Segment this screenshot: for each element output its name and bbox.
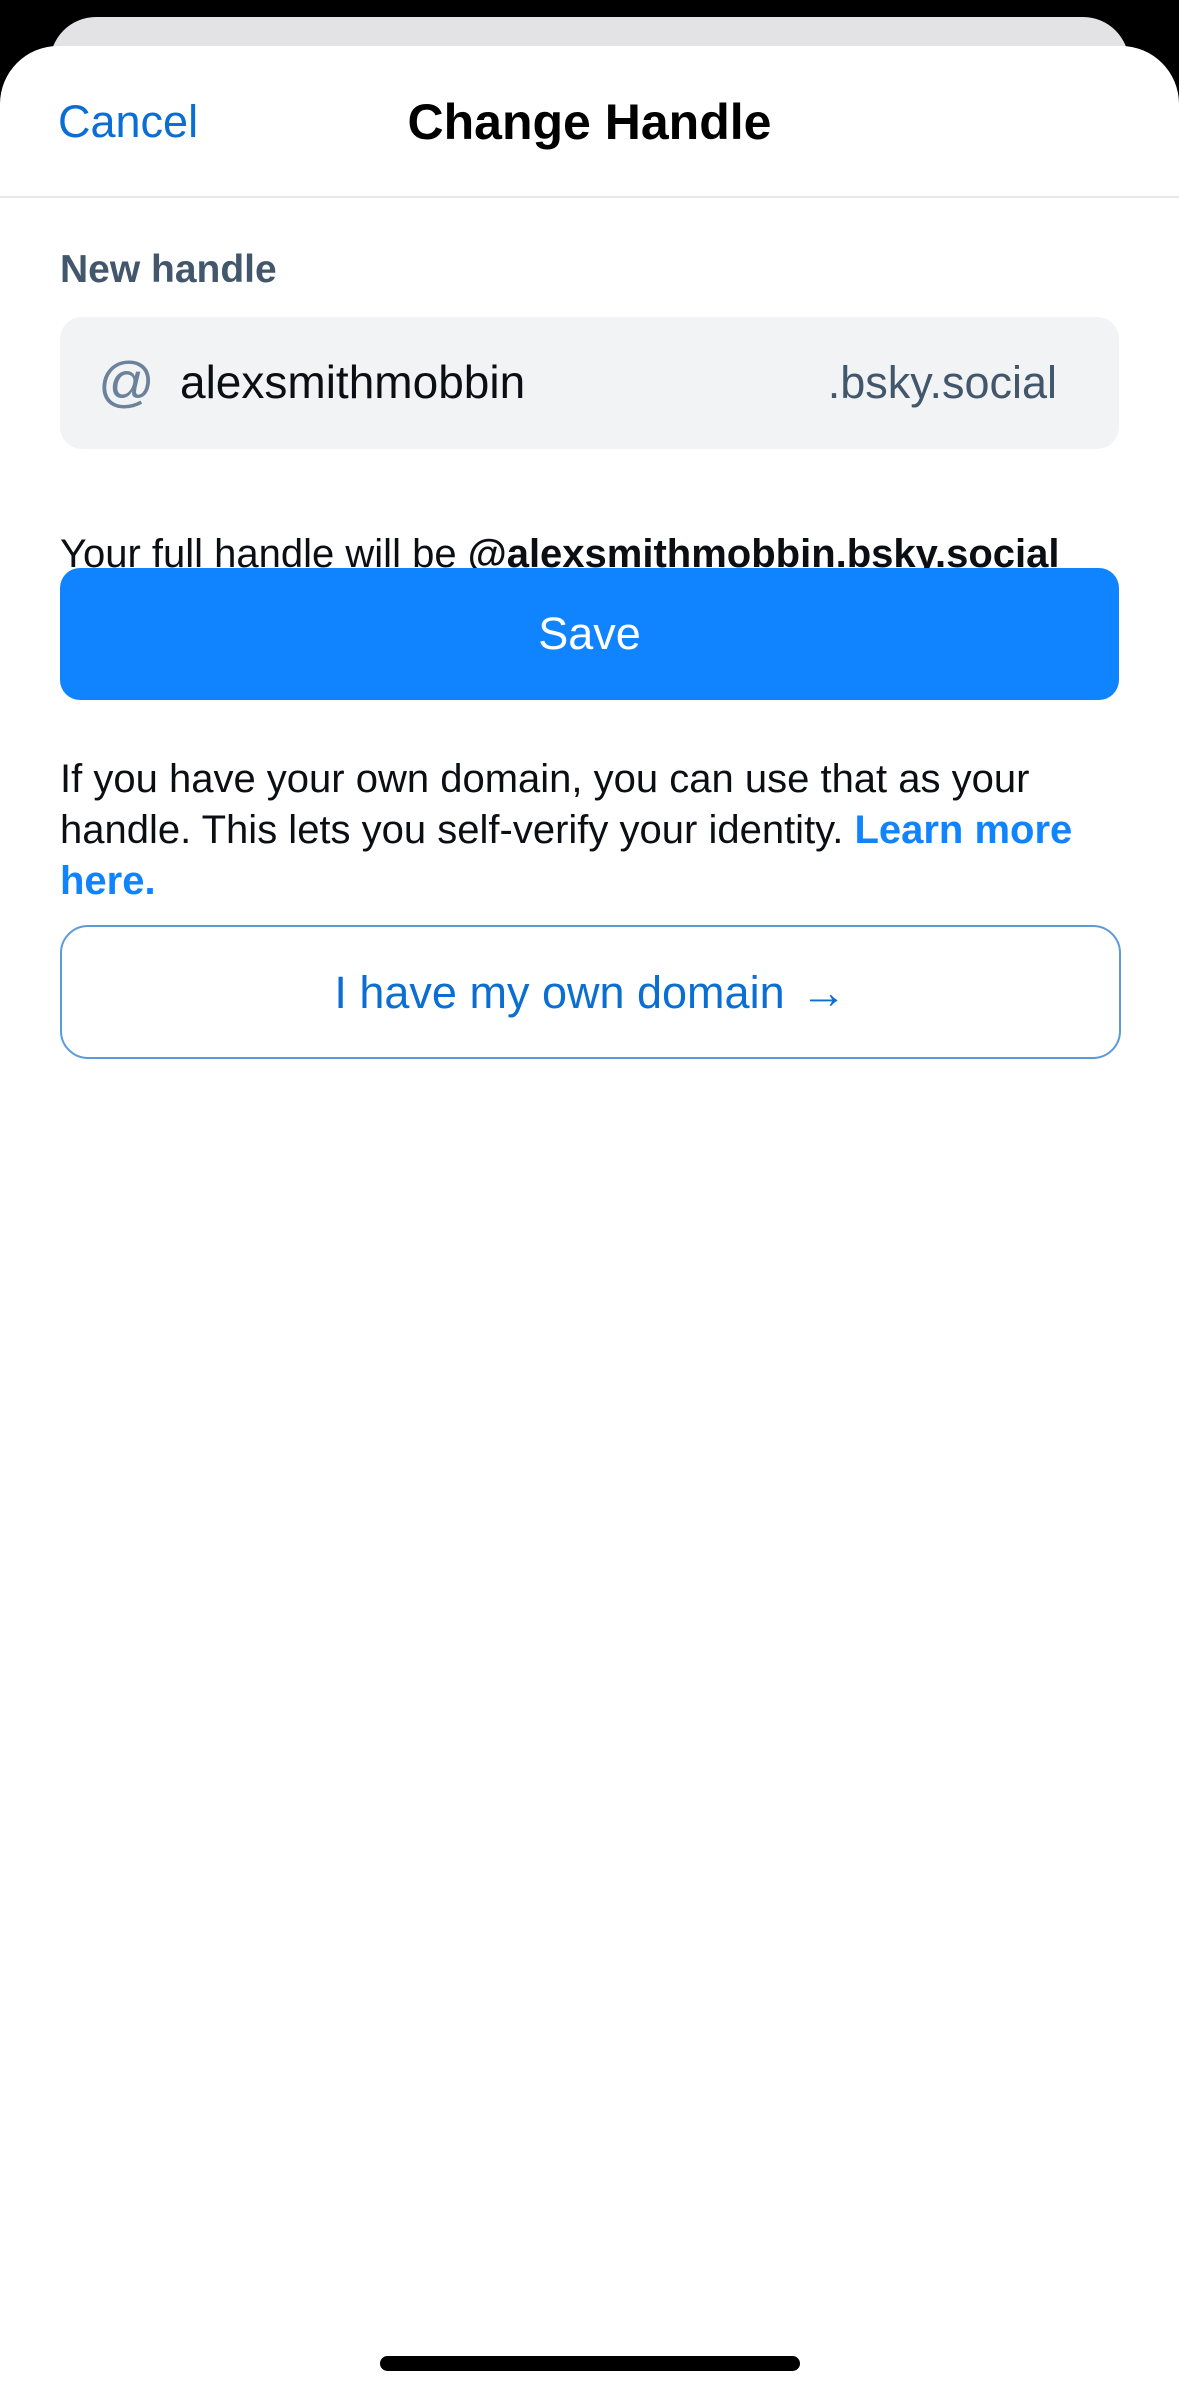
home-indicator (380, 2356, 800, 2371)
domain-info-text: If you have your own domain, you can use… (60, 754, 1120, 907)
arrow-right-icon: → (800, 966, 847, 1018)
at-icon: @ (98, 350, 155, 413)
save-button[interactable]: Save (60, 568, 1119, 700)
own-domain-button[interactable]: I have my own domain → (60, 925, 1121, 1059)
handle-field[interactable]: @ .bsky.social (60, 317, 1119, 449)
own-domain-label: I have my own domain (334, 967, 785, 1018)
page-title: Change Handle (407, 94, 772, 150)
change-handle-sheet: Cancel Change Handle New handle @ .bsky.… (0, 46, 1179, 2396)
new-handle-label: New handle (60, 248, 277, 291)
sheet-header: Cancel Change Handle (0, 46, 1179, 198)
handle-input[interactable] (180, 347, 740, 417)
handle-suffix: .bsky.social (827, 357, 1057, 408)
